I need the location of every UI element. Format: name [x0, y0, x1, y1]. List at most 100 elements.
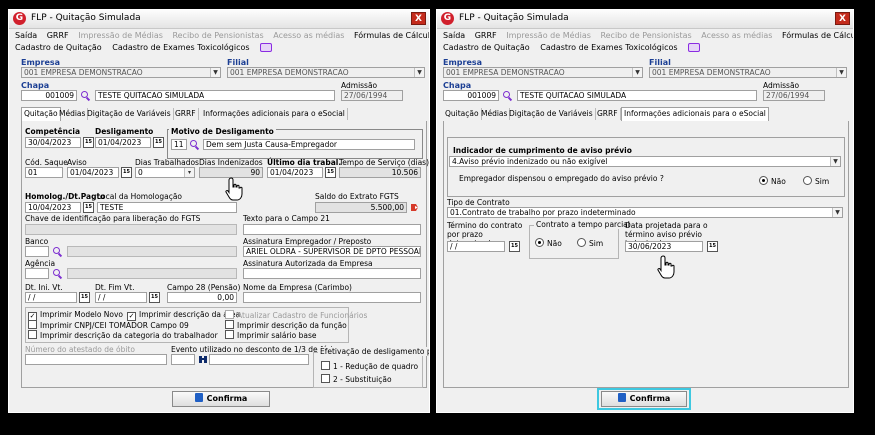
tempo-parcial-sim-radio[interactable]: Sim: [577, 238, 603, 248]
chapa-input[interactable]: 001009: [21, 90, 77, 101]
confirma-button[interactable]: Confirma: [601, 391, 687, 407]
tab-digitacao[interactable]: Digitação de Variáveis: [507, 108, 596, 120]
homolog-input[interactable]: 10/04/2023: [25, 202, 81, 213]
atualizar-cadastro-checkbox[interactable]: Atualizar Cadastro de Funcionários: [225, 310, 367, 320]
menu-formulas[interactable]: Fórmulas de Cálculos: [782, 31, 853, 40]
calendar-icon[interactable]: 15: [83, 137, 94, 148]
chat-icon[interactable]: [688, 43, 701, 52]
close-button[interactable]: X: [411, 12, 426, 25]
menu-impressao-medias[interactable]: Impressão de Médias: [506, 31, 591, 40]
agencia-input[interactable]: [25, 268, 49, 279]
calendar-icon[interactable]: 15: [707, 241, 718, 252]
search-icon[interactable]: [81, 91, 90, 100]
menu-cadastro-quitacao[interactable]: Cadastro de Quitação: [443, 43, 530, 52]
tab-grrf[interactable]: GRRF: [173, 108, 199, 120]
nome-empresa-input[interactable]: [243, 292, 421, 303]
calendar-icon[interactable]: 15: [149, 292, 160, 303]
imprimir-descricao-categoria-checkbox[interactable]: Imprimir descrição da categoria do traba…: [28, 330, 218, 340]
indicador-select[interactable]: 4.Aviso prévio indenizado ou não exigíve…: [449, 156, 841, 167]
admissao-field: 27/06/1994: [341, 90, 403, 101]
search-icon[interactable]: [190, 140, 199, 149]
spinner-icon[interactable]: ▾: [184, 168, 194, 177]
tempo-servico-field: 10.506: [339, 167, 421, 178]
tab-medias[interactable]: Médias: [479, 108, 511, 120]
search-icon[interactable]: [503, 91, 512, 100]
calendar-icon[interactable]: 15: [121, 167, 132, 178]
desligamento-input[interactable]: 01/04/2023: [95, 137, 151, 148]
calendar-icon[interactable]: 15: [509, 241, 520, 252]
tab-digitacao[interactable]: Digitação de Variáveis: [85, 108, 174, 120]
cod-saque-input[interactable]: 01: [25, 167, 63, 178]
aviso-input[interactable]: 01/04/2023: [67, 167, 119, 178]
menu-recibo-pensionistas[interactable]: Recibo de Pensionistas: [172, 31, 263, 40]
calendar-icon[interactable]: 15: [83, 202, 94, 213]
calendar-icon[interactable]: 15: [79, 292, 90, 303]
menu-recibo-pensionistas[interactable]: Recibo de Pensionistas: [600, 31, 691, 40]
tempo-parcial-nao-radio[interactable]: Não: [535, 238, 562, 248]
menu-cadastro-exames[interactable]: Cadastro de Exames Toxicológicos: [112, 43, 249, 52]
chat-icon[interactable]: [260, 43, 273, 52]
tab-quitacao[interactable]: Quitação: [443, 108, 482, 120]
dt-fim-vt-input[interactable]: / /: [95, 292, 147, 303]
dt-ini-vt-input[interactable]: / /: [25, 292, 77, 303]
search-icon[interactable]: [53, 247, 62, 256]
radio-icon: [759, 176, 768, 185]
imprimir-salario-base-checkbox[interactable]: Imprimir salário base: [225, 330, 317, 340]
menu-cadastro-quitacao[interactable]: Cadastro de Quitação: [15, 43, 102, 52]
menu-formulas[interactable]: Fórmulas de Cálculos: [354, 31, 429, 40]
reducao-quadro-checkbox[interactable]: 1 - Redução de quadro: [321, 361, 418, 371]
campo28-input[interactable]: 0,00: [167, 292, 237, 303]
tab-esocial[interactable]: Informações adicionais para o eSocial: [201, 108, 348, 120]
menu-grrf[interactable]: GRRF: [475, 31, 497, 40]
tipo-contrato-select[interactable]: 01.Contrato de trabalho por prazo indete…: [447, 207, 843, 218]
chevron-down-icon: ▼: [832, 208, 842, 217]
chapa-input[interactable]: 001009: [443, 90, 499, 101]
menu-acesso-medias[interactable]: Acesso as médias: [273, 31, 344, 40]
local-homologacao-input[interactable]: TESTE: [97, 202, 237, 213]
close-button[interactable]: X: [835, 12, 850, 25]
filial-select[interactable]: 001 EMPRESA DEMONSTRACAO ▼: [649, 67, 847, 78]
chevron-down-icon: ▼: [210, 68, 220, 77]
tab-grrf[interactable]: GRRF: [595, 108, 621, 120]
binoculars-icon[interactable]: [198, 354, 208, 364]
dispensou-sim-radio[interactable]: Sim: [803, 176, 829, 186]
menu-grrf[interactable]: GRRF: [47, 31, 69, 40]
dias-trabalhados-input[interactable]: 0 ▾: [135, 167, 195, 178]
search-icon[interactable]: [53, 269, 62, 278]
menu-saida[interactable]: Saída: [443, 31, 465, 40]
banco-input[interactable]: [25, 246, 49, 257]
chevron-down-icon: ▼: [830, 157, 840, 166]
chevron-down-icon: ▼: [836, 68, 846, 77]
menu-acesso-medias[interactable]: Acesso as médias: [701, 31, 772, 40]
checkbox-icon: [225, 320, 234, 329]
menu-impressao-medias[interactable]: Impressão de Médias: [78, 31, 163, 40]
empresa-select[interactable]: 001 EMPRESA DEMONSTRACAO ▼: [21, 67, 221, 78]
texto-campo21-input[interactable]: [243, 224, 421, 235]
calendar-icon[interactable]: 15: [153, 137, 164, 148]
imprimir-cnpj-checkbox[interactable]: Imprimir CNPJ/CEI TOMADOR Campo 09: [28, 320, 189, 330]
termino-input[interactable]: / /: [447, 241, 505, 252]
evento-input[interactable]: [171, 354, 195, 365]
chapa-label: Chapa: [443, 81, 472, 90]
competencia-input[interactable]: 30/04/2023: [25, 137, 81, 148]
tab-medias[interactable]: Médias: [57, 108, 89, 120]
extrato-fgts-icon[interactable]: [410, 203, 419, 212]
numero-atestado-input[interactable]: [25, 354, 167, 365]
assinatura-autorizada-input[interactable]: [243, 268, 421, 279]
substituicao-checkbox[interactable]: 2 - Substituição: [321, 374, 392, 384]
data-projetada-input[interactable]: 30/06/2023: [625, 241, 703, 252]
menu-cadastro-exames[interactable]: Cadastro de Exames Toxicológicos: [540, 43, 677, 52]
dispensou-nao-radio[interactable]: Não: [759, 176, 786, 186]
calendar-icon[interactable]: 15: [325, 167, 336, 178]
saldo-fgts-field: 5.500,00: [315, 202, 407, 213]
imprimir-descricao-funcao-checkbox[interactable]: Imprimir descrição da função: [225, 320, 347, 330]
assinatura-empregador-input[interactable]: ARIEL OLDRA - SUPERVISOR DE DPTO PESSOAL: [243, 246, 421, 257]
menu-saida[interactable]: Saída: [15, 31, 37, 40]
filial-select[interactable]: 001 EMPRESA DEMONSTRACAO ▼: [227, 67, 425, 78]
competencia-label: Competência: [25, 127, 81, 136]
empresa-select[interactable]: 001 EMPRESA DEMONSTRACAO ▼: [443, 67, 643, 78]
confirma-button[interactable]: Confirma: [172, 391, 270, 407]
motivo-label: Motivo de Desligamento: [169, 127, 276, 136]
motivo-code-input[interactable]: 11: [171, 139, 187, 150]
ultimo-dia-input[interactable]: 01/04/2023: [267, 167, 323, 178]
